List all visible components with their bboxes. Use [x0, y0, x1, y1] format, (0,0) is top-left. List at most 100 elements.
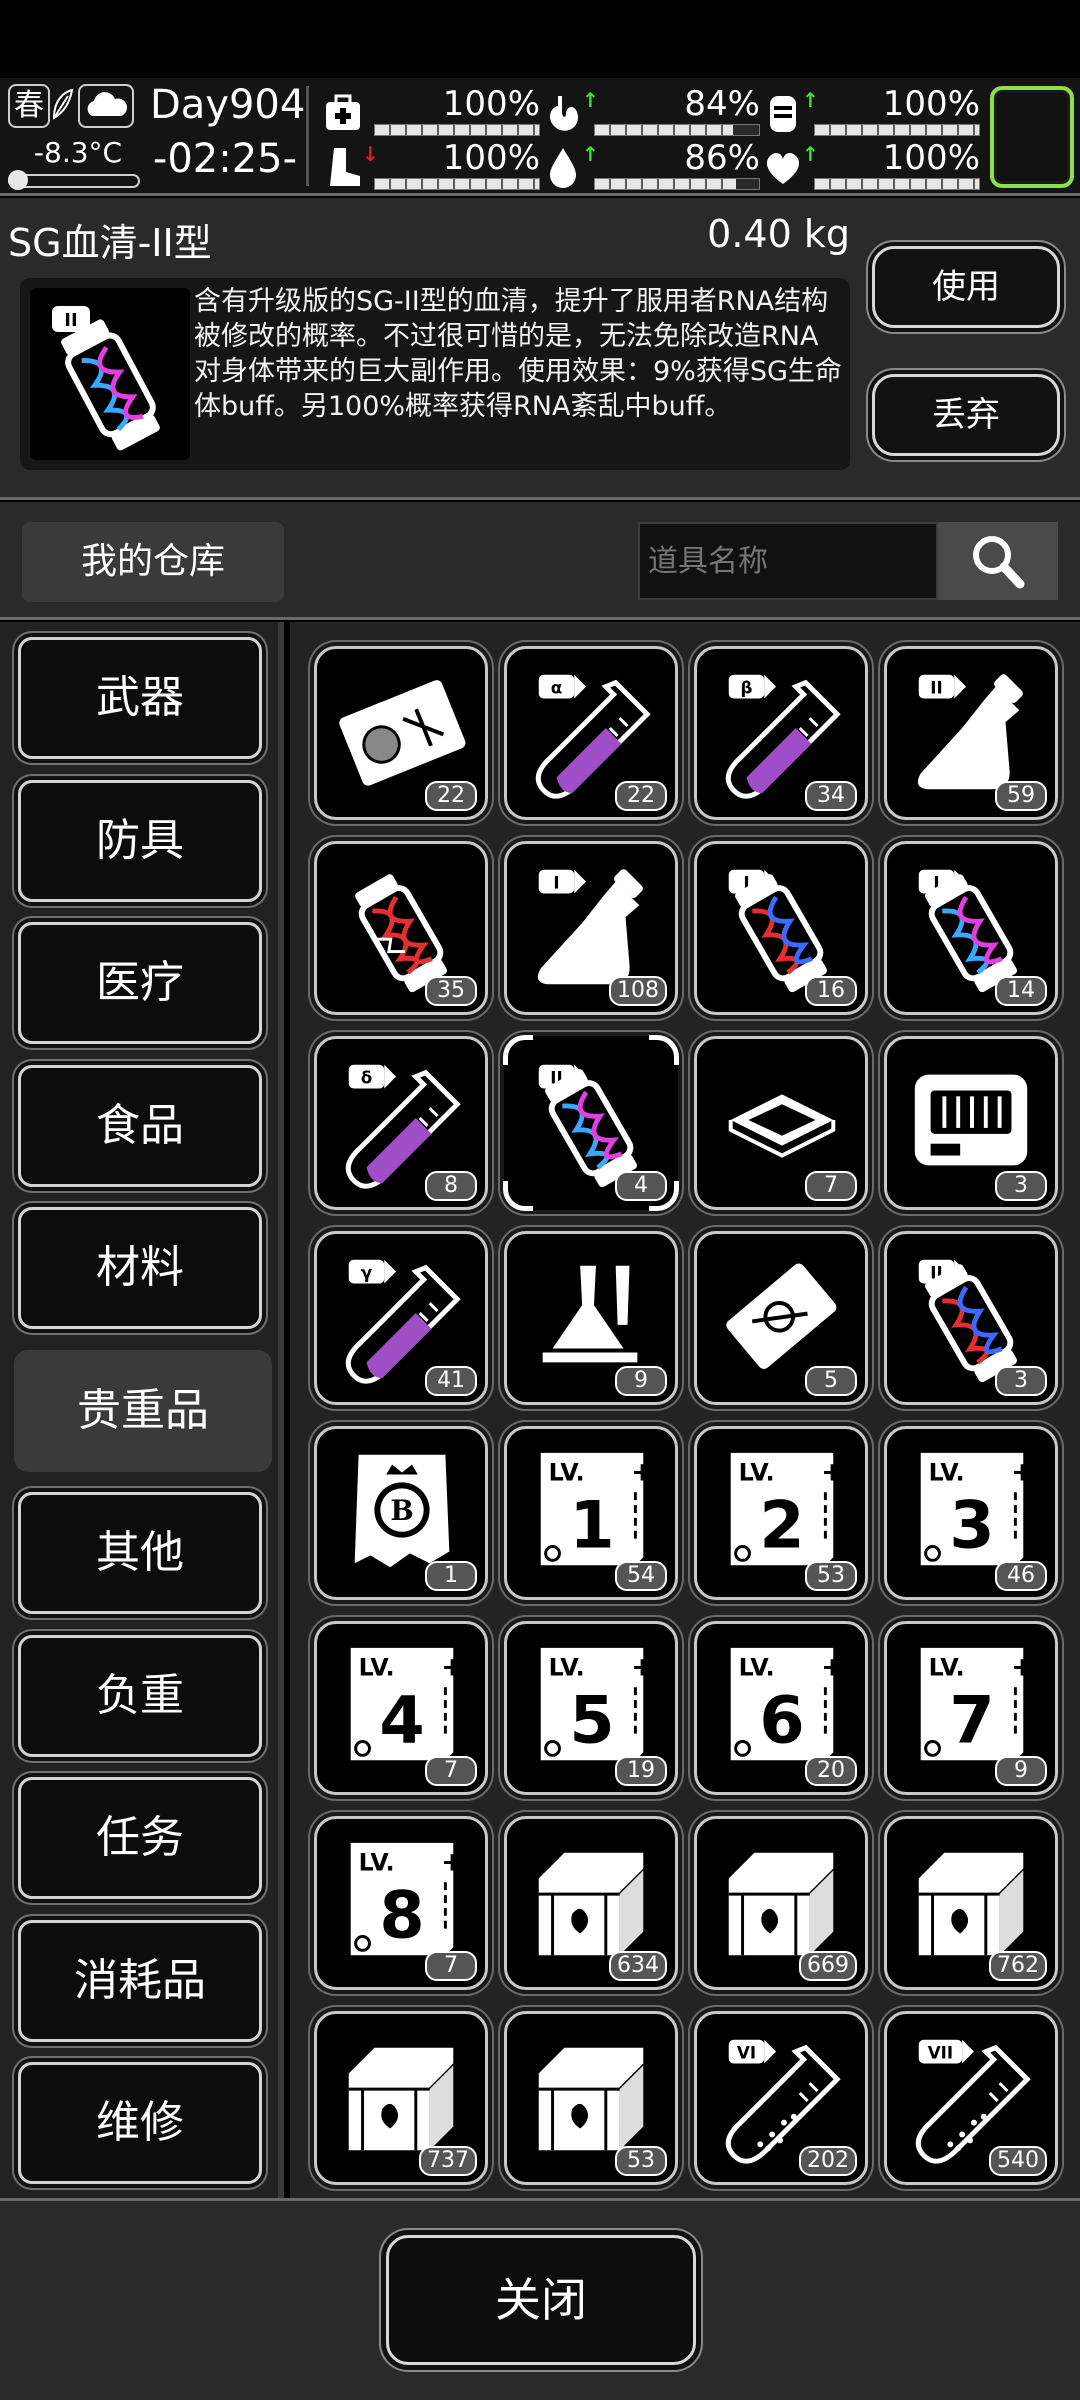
status-bar: 春 -8.3°C Day904 -02:25- 100% ↑ 84% ↑ 100…	[0, 78, 1080, 196]
thermometer-icon	[8, 170, 140, 190]
svg-text:+: +	[1011, 1652, 1032, 1682]
item-count: 22	[425, 781, 477, 811]
svg-text:+: +	[441, 1847, 462, 1877]
search-button[interactable]	[938, 522, 1058, 600]
item-count: 8	[425, 1171, 477, 1201]
svg-text:+: +	[1011, 1457, 1032, 1487]
inventory-slot[interactable]: 9	[504, 1231, 678, 1405]
item-description: 含有升级版的SG-II型的血清，提升了服用者RNA结构被修改的概率。不过很可惜的…	[194, 286, 842, 422]
inventory-slot[interactable]: β 34	[694, 646, 868, 820]
inventory-slot[interactable]: LV. + 3 46	[884, 1426, 1058, 1600]
inventory-slot[interactable]: 3	[884, 1036, 1058, 1210]
inventory-slot[interactable]: LV. + 5 19	[504, 1621, 678, 1795]
selection-corner	[503, 1181, 533, 1211]
inventory-slot[interactable]: α 22	[504, 646, 678, 820]
stat-bar-fill	[815, 179, 979, 189]
item-search-input[interactable]	[638, 522, 938, 600]
inventory-slot[interactable]: VII 540	[884, 2011, 1058, 2185]
svg-text:8: 8	[379, 1879, 424, 1954]
item-count: 14	[995, 976, 1047, 1006]
svg-text:B: B	[390, 1494, 413, 1527]
stat-water-drop: ↑ 86%	[540, 138, 760, 196]
close-button[interactable]: 关闭	[386, 2235, 696, 2365]
item-count: 9	[615, 1366, 667, 1396]
inventory-slot[interactable]: 669	[694, 1816, 868, 1990]
item-count: 54	[615, 1561, 667, 1591]
inventory-slot[interactable]: δ 8	[314, 1036, 488, 1210]
item-count: 59	[995, 781, 1047, 811]
selection-corner	[649, 1035, 679, 1065]
stat-bar	[374, 178, 540, 190]
category-6[interactable]: 贵重品	[14, 1349, 272, 1472]
vial-badge-text: II	[64, 310, 77, 331]
svg-text:LV.: LV.	[739, 1653, 775, 1681]
quick-slot[interactable]	[990, 86, 1074, 188]
svg-text:2: 2	[759, 1489, 804, 1564]
inventory-slot[interactable]: 35	[314, 841, 488, 1015]
inventory-slot[interactable]: 7	[694, 1036, 868, 1210]
season-indicator: 春	[8, 84, 50, 128]
stat-bar-fill	[375, 179, 539, 189]
category-2[interactable]: 防具	[18, 779, 262, 902]
inventory-slot[interactable]: B 1	[314, 1426, 488, 1600]
svg-text:3: 3	[949, 1489, 994, 1564]
inventory-slot[interactable]: 737	[314, 2011, 488, 2185]
inventory-slot[interactable]: LV. + 8 7	[314, 1816, 488, 1990]
inventory-slot[interactable]: 5	[694, 1231, 868, 1405]
svg-text:LV.: LV.	[359, 1653, 395, 1681]
use-button[interactable]: 使用	[872, 246, 1060, 328]
inventory-slot[interactable]: LV. + 7 9	[884, 1621, 1058, 1795]
svg-text:1: 1	[569, 1489, 614, 1564]
category-1[interactable]: 武器	[18, 637, 262, 759]
category-5[interactable]: 材料	[18, 1207, 262, 1329]
inventory-slot[interactable]: LV. + 6 20	[694, 1621, 868, 1795]
inventory-slot[interactable]: I 16	[694, 841, 868, 1015]
svg-text:LV.: LV.	[549, 1458, 585, 1486]
inventory-slot[interactable]: II 59	[884, 646, 1058, 820]
leaf-icon	[50, 84, 74, 128]
inventory-slot[interactable]: 53	[504, 2011, 678, 2185]
category-8[interactable]: 负重	[18, 1634, 262, 1757]
stat-bar-fill	[375, 125, 539, 135]
inventory-slot[interactable]: LV. + 4 7	[314, 1621, 488, 1795]
inventory-slot[interactable]: II 4	[503, 1035, 679, 1211]
inventory-slot[interactable]: LV. + 1 54	[504, 1426, 678, 1600]
discard-button[interactable]: 丢弃	[872, 374, 1060, 456]
category-4[interactable]: 食品	[18, 1064, 262, 1187]
heart-icon	[766, 152, 800, 184]
weather-cloud-icon	[78, 84, 134, 128]
stat-bar-fill	[595, 179, 737, 189]
inventory-slot[interactable]: I 108	[504, 841, 678, 1015]
svg-text:LV.: LV.	[929, 1653, 965, 1681]
svg-text:5: 5	[569, 1684, 614, 1759]
category-10[interactable]: 消耗品	[18, 1919, 262, 2042]
inventory-slot[interactable]: 634	[504, 1816, 678, 1990]
trend-up-arrow-icon: ↑	[582, 88, 599, 112]
item-count: 202	[799, 2146, 857, 2176]
svg-text:II: II	[930, 678, 942, 698]
inventory-slot[interactable]: 762	[884, 1816, 1058, 1990]
inventory-slot[interactable]: γ 41	[314, 1231, 488, 1405]
category-9[interactable]: 任务	[18, 1777, 262, 1899]
status-divider	[306, 86, 309, 186]
inventory-slot[interactable]: II 3	[884, 1231, 1058, 1405]
item-count: 9	[995, 1756, 1047, 1786]
svg-text:VI: VI	[737, 2043, 756, 2063]
svg-text:γ: γ	[361, 1263, 373, 1283]
inventory-slot[interactable]: LV. + 2 53	[694, 1426, 868, 1600]
item-count: 1	[425, 1561, 477, 1591]
inventory-slot[interactable]: VI 202	[694, 2011, 868, 2185]
inventory-slot[interactable]: 22	[314, 646, 488, 820]
trend-down-arrow-icon: ↓	[362, 142, 379, 166]
svg-text:LV.: LV.	[359, 1848, 395, 1876]
stat-value: 100%	[882, 84, 980, 124]
svg-text:δ: δ	[361, 1068, 373, 1088]
category-11[interactable]: 维修	[18, 2062, 262, 2184]
svg-text:LV.: LV.	[549, 1653, 585, 1681]
inventory-slot[interactable]: I 14	[884, 841, 1058, 1015]
category-3[interactable]: 医疗	[18, 922, 262, 1044]
category-7[interactable]: 其他	[18, 1492, 262, 1614]
boot-icon	[330, 148, 360, 186]
item-count: 35	[425, 976, 477, 1006]
svg-text:β: β	[741, 678, 753, 698]
